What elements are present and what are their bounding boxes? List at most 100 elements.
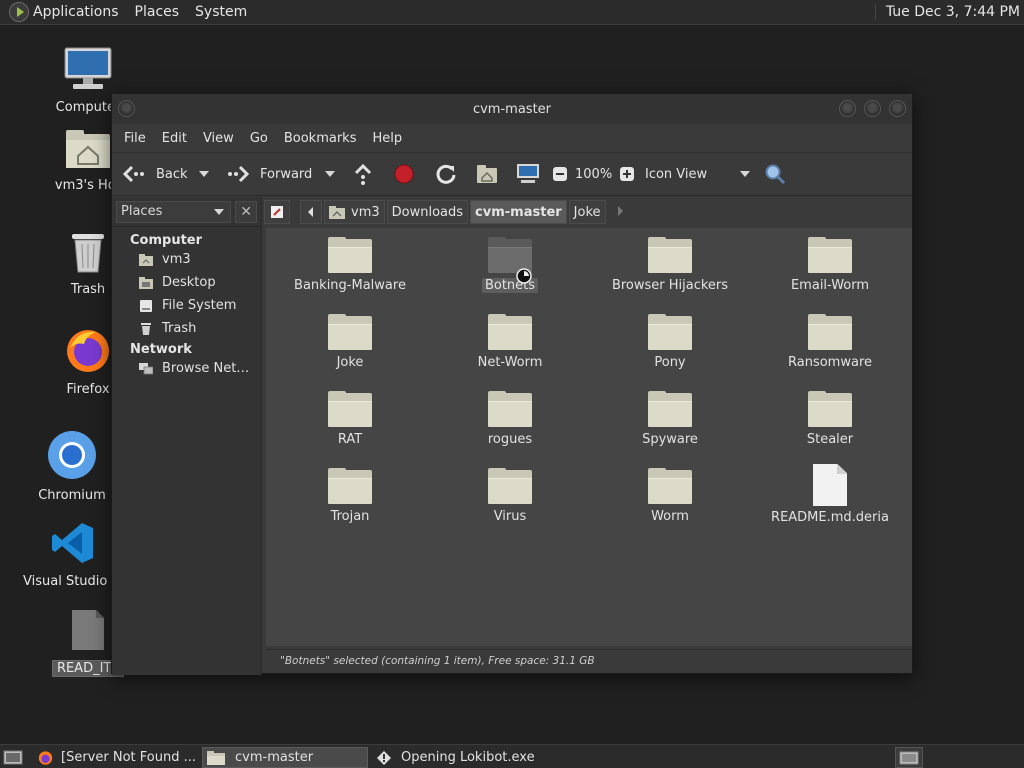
menu-view[interactable]: View: [195, 131, 242, 146]
minimize-icon[interactable]: [839, 100, 856, 117]
zoom-out-icon: [553, 167, 567, 181]
folder-item[interactable]: Spyware: [595, 391, 745, 447]
toolbar: Back Forward 100% Icon View: [112, 152, 912, 196]
chevron-down-icon: [214, 208, 225, 215]
busy-cursor-icon: [516, 268, 532, 284]
folder-item[interactable]: Banking-Malware: [275, 237, 425, 293]
zoom-out-button[interactable]: [552, 166, 568, 182]
menu-edit[interactable]: Edit: [154, 131, 195, 146]
system-menu[interactable]: System: [187, 4, 255, 20]
file-name: RAT: [337, 432, 363, 447]
file-name: Joke: [336, 355, 364, 370]
folder-item[interactable]: Ransomware: [755, 314, 905, 370]
close-icon[interactable]: [889, 100, 906, 117]
back-button[interactable]: Back: [122, 164, 188, 184]
chevron-down-icon: [740, 171, 750, 177]
workspace-switcher[interactable]: [895, 747, 923, 768]
workspace-icon: [899, 751, 919, 764]
folder-item[interactable]: Browser Hijackers: [595, 237, 745, 293]
breadcrumb-vm3[interactable]: vm3: [324, 200, 385, 224]
breadcrumb-scroll-right[interactable]: [616, 205, 624, 220]
vscode-icon: [23, 520, 123, 570]
folder-icon: [808, 314, 852, 350]
places-select-label: Places: [121, 204, 163, 219]
menu-file[interactable]: File: [116, 131, 154, 146]
network-icon: [139, 362, 153, 374]
menu-go[interactable]: Go: [242, 131, 276, 146]
menu-help[interactable]: Help: [364, 131, 410, 146]
folder-item[interactable]: Email-Worm: [755, 237, 905, 293]
stop-button[interactable]: [394, 164, 414, 184]
top-panel: Applications Places System Tue Dec 3, 7:…: [0, 0, 1024, 25]
sidebar-item-file-system[interactable]: File System: [112, 294, 261, 317]
search-icon: [765, 164, 786, 185]
applications-menu[interactable]: Applications: [33, 4, 127, 20]
sidebar-item-label: vm3: [162, 252, 191, 267]
desktop-icon-label: Chromium: [38, 488, 106, 503]
mate-logo-icon[interactable]: [9, 2, 29, 22]
folder-item[interactable]: RAT: [275, 391, 425, 447]
file-name: rogues: [487, 432, 533, 447]
file-name: Net-Worm: [477, 355, 543, 370]
sidebar-item-browse-network[interactable]: Browse Net…: [112, 357, 261, 380]
menu-bookmarks[interactable]: Bookmarks: [276, 131, 365, 146]
window-titlebar[interactable]: cvm-master: [112, 94, 912, 124]
icon-view[interactable]: Banking-Malware Botnets Browser Hijacker…: [266, 228, 912, 646]
breadcrumb-label: cvm-master: [475, 204, 562, 220]
home-button[interactable]: [476, 164, 498, 184]
monitor-icon: [38, 46, 138, 96]
folder-icon: [488, 314, 532, 350]
back-label: Back: [156, 166, 188, 182]
sidebar-item-desktop[interactable]: Desktop: [112, 271, 261, 294]
folder-item[interactable]: Pony: [595, 314, 745, 370]
task-cvm-master[interactable]: cvm-master: [202, 747, 368, 768]
folder-item[interactable]: Virus: [435, 468, 585, 524]
folder-item[interactable]: Stealer: [755, 391, 905, 447]
window-menu-icon[interactable]: [118, 100, 135, 117]
computer-button[interactable]: [516, 163, 540, 185]
up-button[interactable]: [353, 163, 373, 185]
sidebar-section-computer: Computer: [130, 233, 203, 248]
monitor-icon: [517, 164, 539, 183]
search-button[interactable]: [764, 163, 786, 185]
edit-location-button[interactable]: [264, 200, 290, 224]
sidebar-item-vm3[interactable]: vm3: [112, 248, 261, 271]
clock[interactable]: Tue Dec 3, 7:44 PM: [874, 4, 1020, 20]
folder-item[interactable]: Botnets: [435, 237, 585, 293]
task-opening-lokibot[interactable]: Opening Lokibot.exe: [374, 747, 544, 768]
forward-button[interactable]: Forward: [226, 164, 312, 184]
folder-item[interactable]: Joke: [275, 314, 425, 370]
sidebar-section-network: Network: [130, 342, 192, 357]
back-history-dropdown[interactable]: [199, 171, 209, 177]
file-item[interactable]: README.md.deria: [755, 464, 905, 525]
zoom-level[interactable]: 100%: [575, 167, 612, 182]
breadcrumb-scroll-left[interactable]: [300, 200, 322, 224]
close-icon: ✕: [240, 203, 252, 220]
forward-history-dropdown[interactable]: [325, 171, 335, 177]
file-manager-window[interactable]: cvm-master File Edit View Go Bookmarks H…: [111, 93, 913, 675]
file-name: Worm: [651, 509, 689, 524]
task-label: [Server Not Found ...: [61, 750, 196, 765]
chromium-icon: [22, 430, 122, 484]
places-select[interactable]: Places: [116, 200, 232, 223]
desktop-icon-vscode[interactable]: Visual Studio Cc: [23, 520, 128, 589]
show-desktop-button[interactable]: [3, 747, 23, 768]
breadcrumb-joke[interactable]: Joke: [568, 200, 606, 224]
folder-item[interactable]: Worm: [595, 468, 745, 524]
folder-item[interactable]: Trojan: [275, 468, 425, 524]
task-firefox[interactable]: [Server Not Found ...: [36, 747, 196, 768]
breadcrumb-downloads[interactable]: Downloads: [386, 200, 469, 224]
task-label: Opening Lokibot.exe: [401, 750, 535, 765]
sidebar-item-trash[interactable]: Trash: [112, 317, 261, 340]
folder-item[interactable]: Net-Worm: [435, 314, 585, 370]
zoom-in-button[interactable]: [619, 166, 635, 182]
maximize-icon[interactable]: [864, 100, 881, 117]
desktop-icon-chromium[interactable]: Chromium: [22, 430, 122, 503]
folder-item[interactable]: rogues: [435, 391, 585, 447]
view-mode-select[interactable]: Icon View: [645, 167, 750, 182]
close-sidepane-button[interactable]: ✕: [235, 200, 257, 223]
reload-button[interactable]: [435, 163, 457, 185]
places-menu[interactable]: Places: [127, 4, 188, 20]
breadcrumb-cvm-master[interactable]: cvm-master: [470, 200, 567, 224]
folder-icon: [648, 314, 692, 350]
